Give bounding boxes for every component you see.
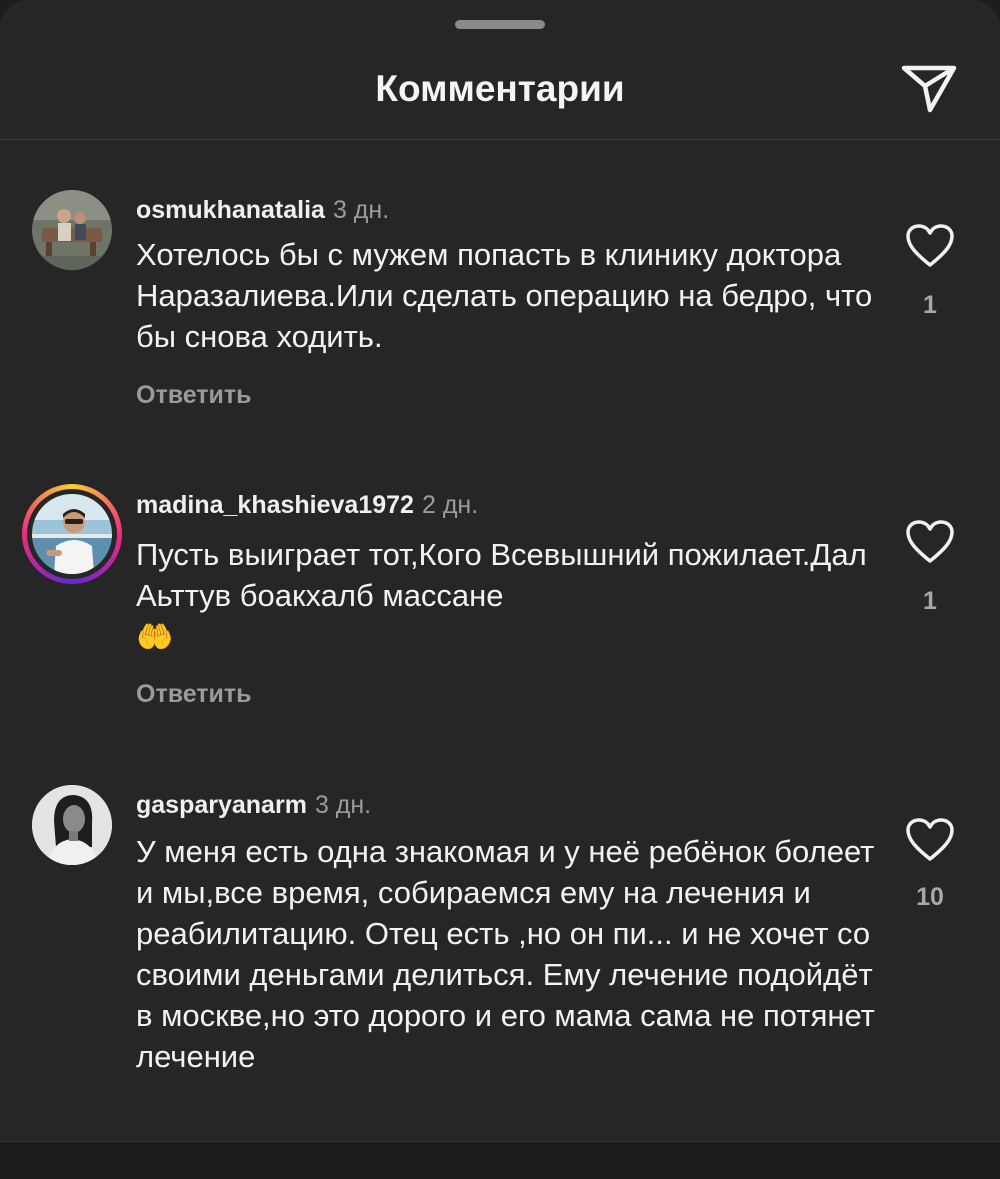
- comment-meta: gasparyanarm 3 дн.: [136, 789, 371, 820]
- avatar[interactable]: [32, 190, 112, 270]
- comment-text: Пусть выиграет тот,Кого Всевышний пожила…: [136, 534, 876, 657]
- heart-outline-icon[interactable]: [905, 519, 955, 565]
- comment-meta: osmukhanatalia 3 дн.: [136, 194, 389, 225]
- send-icon[interactable]: [898, 58, 960, 116]
- raising-hands-emoji: 🤲: [136, 621, 174, 654]
- like-count: 1: [923, 587, 937, 615]
- sheet-grabber[interactable]: [455, 20, 545, 29]
- avatar-photo: [32, 494, 112, 574]
- avatar-photo: [32, 190, 112, 270]
- comment-input-area[interactable]: [0, 1141, 1000, 1179]
- heart-outline-icon[interactable]: [905, 223, 955, 269]
- like-count: 1: [923, 291, 937, 319]
- comment-username[interactable]: gasparyanarm: [136, 791, 307, 819]
- comment-meta: madina_khashieva1972 2 дн.: [136, 489, 478, 520]
- comment-text: У меня есть одна знакомая и у неё ребёно…: [136, 834, 875, 1074]
- avatar[interactable]: [32, 494, 112, 574]
- comments-header: Комментарии: [0, 40, 1000, 140]
- comment-username[interactable]: osmukhanatalia: [136, 196, 325, 224]
- reply-button[interactable]: Ответить: [136, 680, 252, 709]
- comment-text: Хотелось бы с мужем попасть в клинику до…: [136, 237, 873, 354]
- reply-button[interactable]: Ответить: [136, 381, 252, 410]
- avatar[interactable]: [32, 785, 112, 865]
- comment-time: 2 дн.: [421, 491, 479, 519]
- comments-sheet: Комментарии osmukhanatalia 3 дн. Хотелос…: [0, 0, 1000, 1179]
- page-title: Комментарии: [375, 68, 625, 109]
- comment-time: 3 дн.: [314, 791, 372, 819]
- comment-username[interactable]: madina_khashieva1972: [136, 491, 414, 519]
- like-count: 10: [916, 883, 944, 911]
- avatar-photo: [32, 785, 112, 865]
- heart-outline-icon[interactable]: [905, 817, 955, 863]
- comment-time: 3 дн.: [332, 196, 390, 224]
- story-ring[interactable]: [22, 484, 122, 584]
- comments-list[interactable]: osmukhanatalia 3 дн. Хотелось бы с мужем …: [0, 141, 1000, 1141]
- comment-text-body: Пусть выиграет тот,Кого Всевышний пожила…: [136, 537, 867, 613]
